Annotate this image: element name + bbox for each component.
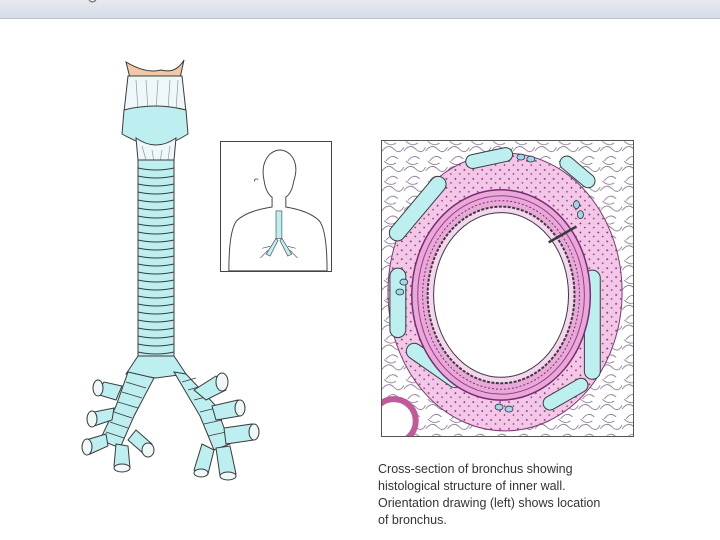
lumen <box>433 212 570 378</box>
caption-line-3: Orientation drawing (left) shows locatio… <box>378 496 601 510</box>
caption-line-2: histological structure of inner wall. <box>378 479 566 493</box>
right-bronchus <box>173 371 260 481</box>
trachea-illustration <box>81 59 260 481</box>
bronchus-cross-section <box>381 140 634 437</box>
left-bronchus <box>81 371 155 473</box>
title-fragment-mark <box>88 0 97 3</box>
top-banner <box>0 0 720 19</box>
histology-drawing <box>382 141 633 436</box>
human-silhouette <box>228 149 328 271</box>
figure-caption: Cross-section of bronchus showing histol… <box>378 461 678 529</box>
thyroid-cartilage <box>121 105 189 149</box>
orientation-drawing <box>220 141 332 272</box>
caption-line-1: Cross-section of bronchus showing <box>378 462 573 476</box>
blood-vessel <box>382 396 419 436</box>
caption-line-4: of bronchus. <box>378 513 447 527</box>
trachea-rings <box>137 159 175 361</box>
